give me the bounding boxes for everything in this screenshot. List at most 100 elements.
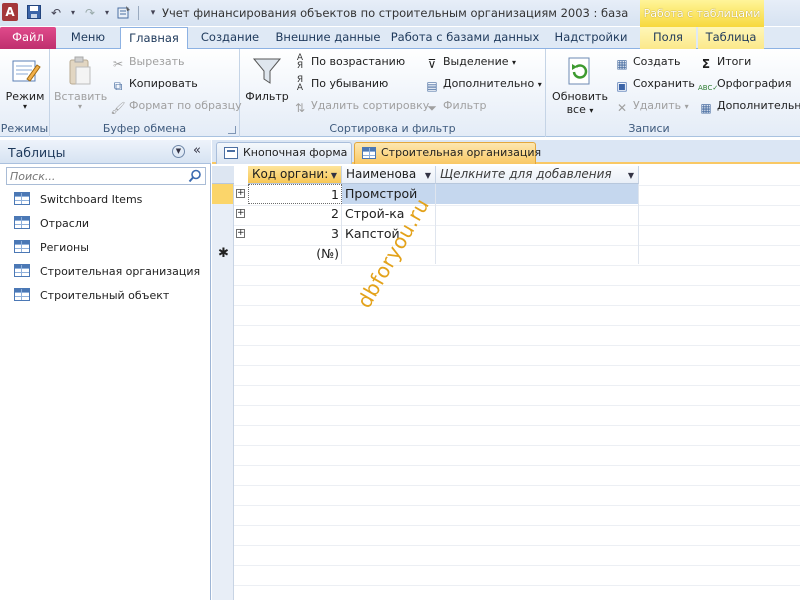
expand-subdatasheet-icon[interactable]: + [236,229,245,238]
paste-dropdown-icon[interactable]: ▾ [54,103,106,111]
expand-subdatasheet-icon[interactable]: + [236,209,245,218]
nav-search-input[interactable] [7,168,185,184]
totals-button[interactable]: Σ Итоги [698,52,751,72]
advanced-filter-icon: ▤ [426,79,438,93]
undo-dropdown-icon[interactable]: ▾ [70,5,76,21]
table-icon [14,192,30,205]
nav-item-switchboard-items[interactable]: Switchboard Items [14,191,142,209]
format-painter-icon: 🖌 [110,101,126,115]
cell-org-code[interactable]: 1 [248,184,342,204]
customize-qat-icon[interactable] [116,5,132,21]
column-header-name[interactable]: Наименова ▼ [342,166,436,184]
column-dropdown-icon[interactable]: ▼ [628,167,634,183]
spelling-icon: ABC✓ [698,84,719,92]
delete-record-button[interactable]: ✕ Удалить ▾ [614,96,689,116]
view-button[interactable]: Режим ▾ [2,55,48,111]
cell-new-add-field[interactable] [436,244,639,264]
copy-button[interactable]: ⧉ Копировать [110,74,198,94]
tab-table[interactable]: Таблица [698,27,764,49]
more-records-label: Дополнительно [717,99,800,112]
redo-icon[interactable]: ↷ [82,5,98,21]
table-row[interactable]: + 3 Капстой [212,224,800,244]
sort-descending-button[interactable]: Я А По убыванию [292,74,388,94]
record-selector[interactable] [212,204,234,224]
more-records-button[interactable]: ▦ Дополнительно [698,96,800,116]
tab-file[interactable]: Файл [0,27,56,49]
cell-add-field[interactable] [436,224,639,244]
tab-create[interactable]: Создание [192,27,268,49]
more-records-icon: ▦ [700,101,712,115]
nav-item-construction-object[interactable]: Строительный объект [14,287,169,305]
tab-fields[interactable]: Поля [640,27,696,49]
remove-sort-button[interactable]: ⇅ Удалить сортировку [292,96,429,116]
advanced-dropdown-icon: ▾ [537,80,542,89]
save-icon[interactable] [26,5,42,21]
tab-menu[interactable]: Меню [60,27,116,49]
view-dropdown-icon[interactable]: ▾ [2,103,48,111]
table-row[interactable]: + 1 Промстрой [212,184,800,204]
record-selector[interactable] [212,184,234,204]
cell-org-code[interactable]: 2 [248,204,342,224]
clipboard-dialog-launcher-icon[interactable] [228,126,236,134]
qat-separator [138,6,139,20]
toggle-filter-button[interactable]: ⏷ Фильтр [424,96,486,116]
table-icon [14,288,30,301]
table-row[interactable]: + 2 Строй-ка [212,204,800,224]
refresh-all-button[interactable]: Обновить все ▾ [550,55,610,116]
nav-menu-dropdown-icon[interactable]: ▼ [172,145,185,158]
format-painter-label: Формат по образцу [129,99,242,112]
column-header-org-code[interactable]: Код органи: ▼ [248,166,342,184]
cell-add-field[interactable] [436,184,639,204]
tab-home[interactable]: Главная [120,27,188,50]
search-icon[interactable] [188,169,202,183]
cell-add-field[interactable] [436,204,639,224]
column-dropdown-icon[interactable]: ▼ [425,167,431,183]
nav-item-industries[interactable]: Отрасли [14,215,89,233]
sigma-icon: Σ [701,57,711,71]
cut-button[interactable]: ✂ Вырезать [110,52,185,72]
tab-external-data[interactable]: Внешние данные [272,27,384,49]
paste-button[interactable]: Вставить ▾ [54,55,107,111]
access-app-icon[interactable]: A [2,3,18,21]
tab-database-tools[interactable]: Работа с базами данных [388,27,542,49]
filter-button[interactable]: Фильтр [244,55,290,103]
select-all-corner[interactable] [212,166,234,184]
new-record-button[interactable]: ▦ Создать [614,52,680,72]
column-header-add-field[interactable]: Щелкните для добавления ▼ [436,166,639,184]
doc-tab-switchboard-form[interactable]: Кнопочная форма [216,142,352,164]
nav-item-construction-organization[interactable]: Строительная организация [14,263,200,281]
sort-ascending-label: По возрастанию [311,55,406,68]
ribbon-tab-row: Файл Меню Главная Создание Внешние данны… [0,27,800,50]
record-selector[interactable] [212,224,234,244]
nav-collapse-icon[interactable]: « [193,143,201,158]
save-record-button[interactable]: ▣ Сохранить [614,74,695,94]
format-painter-button[interactable]: 🖌 Формат по образцу [110,96,242,116]
selection-button[interactable]: ⊽ Выделение ▾ [424,52,516,72]
tab-add-ins[interactable]: Надстройки [546,27,636,49]
record-selector[interactable]: ✱ [212,244,234,264]
nav-search-box [6,167,206,185]
advanced-filter-label: Дополнительно [443,77,535,90]
spelling-button[interactable]: ABC✓Орфография [698,74,791,94]
redo-dropdown-icon[interactable]: ▾ [104,5,110,21]
sort-ascending-button[interactable]: А Я По возрастанию [292,52,405,72]
nav-item-regions[interactable]: Регионы [14,239,89,257]
refresh-label-1: Обновить [552,90,608,103]
qat-menu-icon[interactable]: ▾ [145,5,161,21]
group-sort-filter: Фильтр А Я По возрастанию Я А По убыванию ⇅ У… [240,49,546,137]
doc-tab-construction-organization[interactable]: Строительная организация [354,142,541,164]
advanced-filter-button[interactable]: ▤ Дополнительно ▾ [424,74,542,94]
new-record-row[interactable]: ✱ (№) [212,244,800,264]
nav-title[interactable]: Таблицы [8,145,66,160]
undo-icon[interactable]: ↶ [48,5,64,21]
refresh-dropdown-icon[interactable]: ▾ [589,106,593,115]
cell-org-code[interactable]: 3 [248,224,342,244]
expand-subdatasheet-icon[interactable]: + [236,189,245,198]
cell-new-org-code[interactable]: (№) [248,244,342,264]
selection-icon: ⊽ [427,57,437,71]
sort-descending-label: По убыванию [311,77,389,90]
nav-item-label: Регионы [40,241,89,254]
selection-dropdown-icon: ▾ [512,58,517,67]
column-dropdown-icon[interactable]: ▼ [331,167,337,183]
sort-descending-icon: ЯА [296,75,304,93]
